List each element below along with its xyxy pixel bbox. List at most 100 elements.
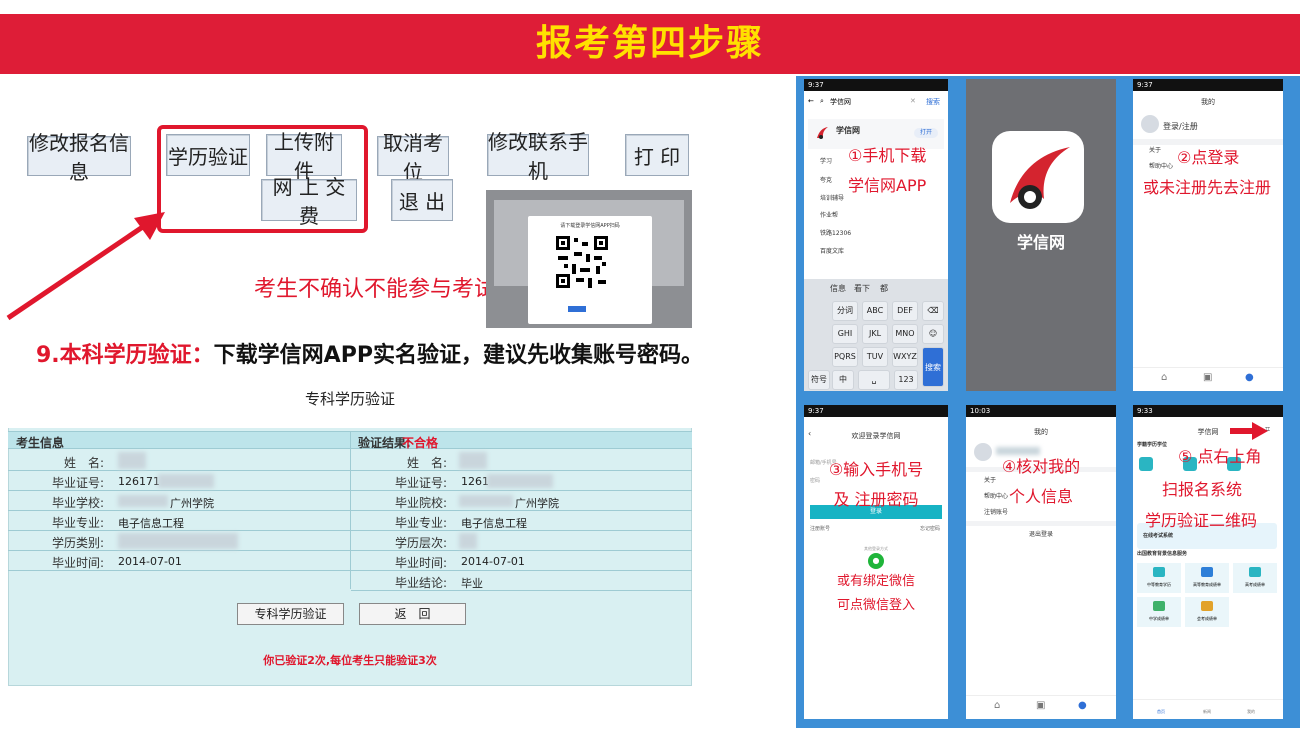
verify-result-value: 不合格 — [402, 436, 439, 450]
wechat-icon[interactable]: ● — [868, 553, 884, 569]
phone-download-app: 9:37 ← ⌕ 学信网 ✕ 搜索 学信网 打开 学习 夸克 培训辅导 作业帮 … — [804, 79, 948, 391]
forgot-password-link[interactable]: 忘记密码 — [920, 525, 940, 532]
status-bar: 9:37 — [804, 405, 948, 417]
qr-screenshot: 请下载登录学信网APP扫码 — [486, 190, 692, 328]
caption-text: 下载学信网APP实名验证，建议先收集账号密码。 — [213, 343, 703, 368]
logout-button[interactable]: 退出登录 — [966, 529, 1116, 538]
status-bar: 9:37 — [804, 79, 948, 91]
service-tile[interactable]: 高等教育成绩单 — [1185, 563, 1229, 593]
news-icon[interactable]: ▣ — [1203, 372, 1212, 383]
verify-panel-title: 专科学历验证 — [8, 382, 692, 428]
clear-icon[interactable]: ✕ — [910, 97, 916, 105]
search-key[interactable]: 搜索 — [922, 347, 944, 387]
table-row: 毕业学校: 广州学院 — [8, 491, 350, 511]
home-icon[interactable]: ⌂ — [994, 700, 1000, 711]
status-bar: 9:37 — [1133, 79, 1283, 91]
red-arrow-icon — [6, 212, 165, 321]
service-tile[interactable]: 会考成绩单 — [1185, 597, 1229, 627]
screen-header: 我的 — [1201, 98, 1215, 106]
list-item[interactable]: 注销账号 — [984, 507, 1008, 516]
list-item[interactable]: 作业帮 — [820, 210, 838, 219]
annotation: 或有绑定微信 — [836, 574, 915, 589]
app-label: 学信网 — [1016, 233, 1065, 252]
tab-profile[interactable]: 我的 — [1247, 709, 1255, 715]
xuexin-logo-icon — [1010, 147, 1070, 209]
table-row: 学历层次: — [351, 531, 692, 551]
screen-header: 我的 — [1034, 428, 1048, 436]
emoji-key-icon[interactable]: ☺ — [922, 324, 944, 344]
table-row: 毕业证号: 1261 — [351, 471, 692, 491]
annotation: ②点登录 — [1177, 148, 1240, 167]
home-icon[interactable]: ⌂ — [1161, 372, 1167, 383]
list-item[interactable]: 学习 — [820, 156, 832, 165]
page-title: 报考第四步骤 — [535, 23, 764, 64]
service-tile[interactable]: 中学成绩单 — [1137, 597, 1181, 627]
phone-login-entry: 9:37 我的 登录/注册 关于 帮助中心 ⌂ ▣ ● — [1133, 79, 1283, 391]
xuexin-app-icon[interactable] — [992, 131, 1084, 223]
annotation: ④核对我的 — [1001, 457, 1081, 476]
step-caption: 9.本科学历验证：下载学信网APP实名验证，建议先收集账号密码。 — [36, 337, 703, 369]
qr-code-icon — [554, 234, 610, 290]
caption-prefix: 9.本科学历验证： — [36, 343, 214, 368]
back-arrow-icon[interactable]: ← — [808, 97, 814, 105]
annotation: 及 注册密码 — [833, 490, 919, 509]
exit-button[interactable]: 退 出 — [391, 179, 453, 221]
phone-login-form: 9:37 ‹ 欢迎登录学信网 邮箱/手机号 密码 登录 注册账号 忘记密码 其他… — [804, 405, 948, 719]
tab-bar: ⌂ ▣ ● — [966, 695, 1116, 719]
print-button[interactable]: 打 印 — [625, 134, 689, 176]
phone-app-icon: 学信网 — [966, 79, 1116, 391]
profile-icon[interactable]: ● — [1245, 372, 1254, 383]
upload-button[interactable]: 上传附件 — [266, 130, 342, 183]
confirm-note: 考生不确认不能参与考试。 — [254, 277, 519, 302]
service-tile[interactable]: 高考成绩单 — [1233, 563, 1277, 593]
list-item[interactable]: 帮助中心 — [1149, 161, 1173, 170]
table-row: 毕业证号: 126171 — [8, 471, 350, 491]
tab-home[interactable]: 首页 — [1157, 709, 1165, 715]
verify-degree-button[interactable]: 专科学历验证 — [237, 603, 344, 625]
list-item[interactable]: 铁路12306 — [820, 228, 851, 237]
back-button[interactable]: 返 回 — [359, 603, 466, 625]
list-item[interactable]: 夸克 — [820, 175, 832, 184]
login-register-link[interactable]: 登录/注册 — [1163, 121, 1198, 132]
annotation: ③输入手机号 — [828, 460, 924, 479]
table-row: 姓 名: — [8, 451, 350, 471]
section-title: 出国教育背景信息服务 — [1137, 551, 1188, 557]
news-icon[interactable]: ▣ — [1036, 700, 1045, 711]
online-pay-button[interactable]: 网 上 交 费 — [261, 175, 357, 228]
profile-icon[interactable]: ● — [1078, 700, 1087, 711]
annotation: ⑤ 点右上角 — [1178, 447, 1262, 466]
tab-bar: ⌂ ▣ ● — [1133, 367, 1283, 391]
cancel-seat-button[interactable]: 取消考位 — [377, 131, 449, 184]
xuexin-logo-icon — [817, 127, 828, 139]
other-login-label: 其他登录方式 — [864, 546, 888, 551]
space-key[interactable]: ␣ — [858, 370, 890, 390]
list-item[interactable]: 培训辅导 — [820, 193, 844, 202]
search-bar[interactable]: ← ⌕ 学信网 ✕ 搜索 — [808, 95, 944, 109]
tab-news[interactable]: 新闻 — [1203, 709, 1211, 715]
list-item[interactable]: 关于 — [1149, 145, 1161, 154]
table-row: 毕业专业: 电子信息工程 — [8, 511, 350, 531]
modify-info-button[interactable]: 修改报名信息 — [27, 131, 131, 184]
status-bar: 9:33 — [1133, 405, 1283, 417]
service-tile[interactable]: 中等教育学历 — [1137, 563, 1181, 593]
annotation: 可点微信登入 — [836, 598, 915, 613]
list-item[interactable]: 百度文库 — [820, 246, 844, 255]
table-row: 学历类别: — [8, 531, 350, 551]
register-link[interactable]: 注册账号 — [810, 525, 830, 532]
open-app-button[interactable]: 打开 — [914, 128, 938, 138]
table-row: 姓 名: — [351, 451, 692, 471]
table-row: 毕业时间: 2014-07-01 — [351, 551, 692, 571]
search-icon: ⌕ — [820, 97, 824, 105]
edu-verify-button[interactable]: 学历验证 — [166, 134, 250, 176]
modify-phone-button[interactable]: 修改联系手机 — [487, 130, 589, 183]
table-row: 毕业院校: 广州学院 — [351, 491, 692, 511]
backspace-key-icon[interactable]: ⌫ — [922, 301, 944, 321]
annotation: 学信网APP — [848, 176, 927, 195]
screen-header: 欢迎登录学信网 — [851, 432, 901, 440]
tab-bar: 首页 新闻 我的 — [1133, 699, 1283, 719]
annotation: 扫报名系统 — [1162, 480, 1243, 499]
keyboard: 信息 看下 都 分词 ABC DEF ⌫ GHI JKL MNO ☺ PQRS … — [804, 279, 948, 391]
annotation: 学历验证二维码 — [1145, 511, 1258, 530]
status-bar: 10:03 — [966, 405, 1116, 417]
avatar — [1141, 115, 1159, 133]
